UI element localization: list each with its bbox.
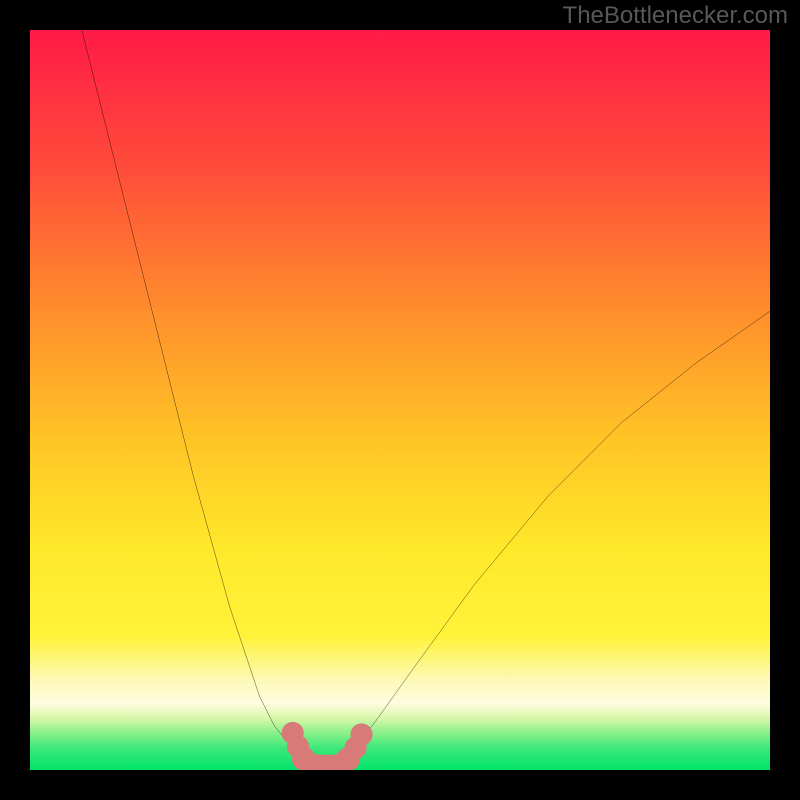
data-marker [350, 723, 372, 745]
right-curve [337, 311, 770, 766]
plot-area [30, 30, 770, 770]
chart-frame: TheBottlenecker.com [0, 0, 800, 800]
left-curve [82, 30, 315, 766]
watermark-text: TheBottlenecker.com [563, 2, 788, 30]
curves-layer [30, 30, 770, 770]
